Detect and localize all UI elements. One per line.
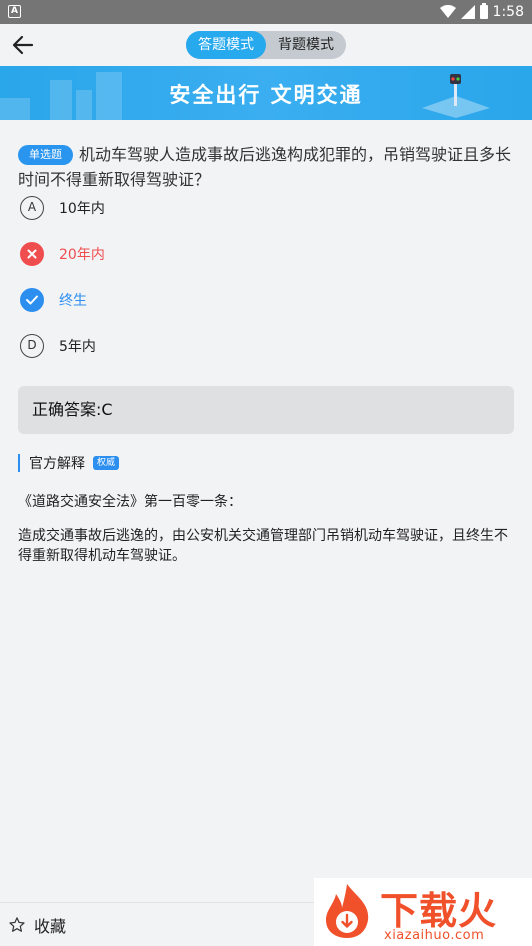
signal-icon <box>460 5 475 19</box>
option-b[interactable]: 20年内 <box>20 241 320 267</box>
banner-title: 安全出行 文明交通 <box>169 83 363 107</box>
explanation-heading: 官方解释 权威 <box>18 454 120 472</box>
option-a-marker: A <box>20 196 44 220</box>
back-arrow-icon[interactable] <box>10 32 36 58</box>
wifi-icon <box>439 5 456 18</box>
watermark-logo: 下载火 xiazaihuo.com <box>314 878 532 946</box>
favorite-label: 收藏 <box>34 917 67 936</box>
correct-answer-box: 正确答案:C <box>18 386 514 434</box>
option-d-marker: D <box>20 334 44 358</box>
option-a[interactable]: A 10年内 <box>20 195 320 221</box>
watermark-url: xiazaihuo.com <box>384 928 485 943</box>
flame-logo-icon <box>326 884 369 938</box>
question-text-block: 单选题 机动车驾驶人造成事故后逃逸构成犯罪的，吊销驾驶证且多长时间不得重新取得驾驶… <box>18 142 514 192</box>
banner: 安全出行 文明交通 <box>0 66 532 120</box>
explanation-paragraph: 《道路交通安全法》第一百零一条： <box>18 494 242 510</box>
favorite-button[interactable]: 收藏 <box>8 913 66 937</box>
battery-icon <box>479 3 488 19</box>
option-a-label: 10年内 <box>59 201 105 217</box>
option-c-label: 终生 <box>59 293 87 309</box>
correct-check-icon <box>20 288 44 312</box>
authority-badge: 权威 <box>93 456 120 470</box>
wrong-x-icon <box>20 242 44 266</box>
mode-switch: 答题模式 背题模式 <box>186 31 346 59</box>
watermark-brand: 下载火 <box>380 889 498 933</box>
explanation-title: 官方解释 <box>29 456 85 472</box>
question-type-badge: 单选题 <box>18 145 73 165</box>
question-text: 机动车驾驶人造成事故后逃逸构成犯罪的，吊销驾驶证且多长时间不得重新取得驾驶证？ <box>18 145 512 189</box>
option-d-label: 5年内 <box>59 339 96 355</box>
tab-memorize-mode[interactable]: 背题模式 <box>266 31 346 59</box>
option-d[interactable]: D 5年内 <box>20 333 320 359</box>
tab-answer-mode[interactable]: 答题模式 <box>186 31 266 59</box>
option-b-label: 20年内 <box>59 247 105 263</box>
top-bar: 答题模式 背题模式 <box>0 24 532 66</box>
explanation-paragraph: 造成交通事故后逃逸的，由公安机关交通管理部门吊销机动车驾驶证，且终生不得重新取得… <box>18 528 508 564</box>
status-time: 1:58 <box>492 4 524 20</box>
status-bar: A 1:58 <box>0 0 532 24</box>
star-icon <box>9 917 25 932</box>
app-notification-icon: A <box>8 5 21 18</box>
question-area: 单选题 机动车驾驶人造成事故后逃逸构成犯罪的，吊销驾驶证且多长时间不得重新取得驾驶… <box>0 120 532 902</box>
option-c[interactable]: 终生 <box>20 287 320 313</box>
